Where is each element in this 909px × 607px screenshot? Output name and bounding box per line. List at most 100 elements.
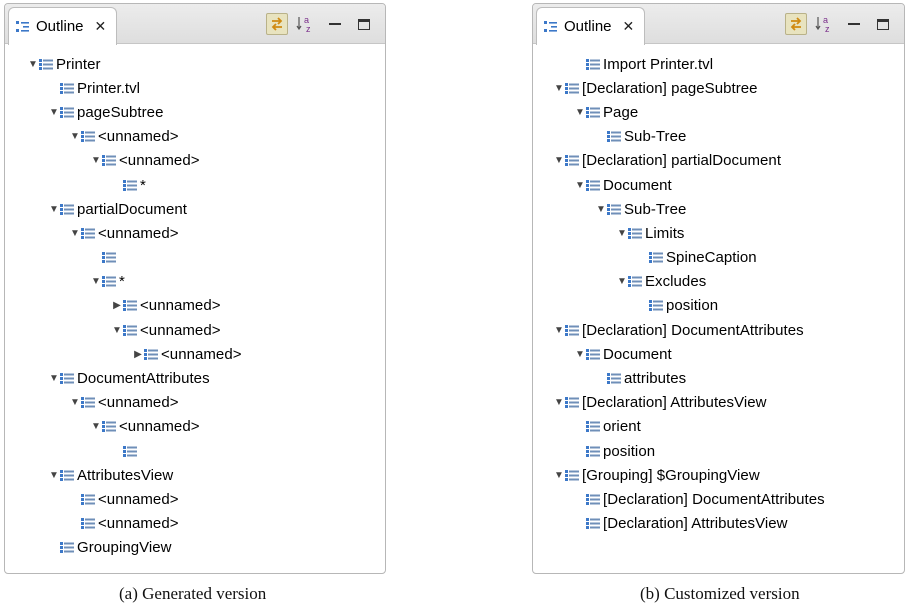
tree-node-icon	[60, 373, 74, 385]
outline-icon	[544, 20, 557, 32]
expanded-arrow-icon[interactable]: ▼	[553, 470, 565, 481]
expanded-arrow-icon[interactable]: ▼	[574, 349, 586, 360]
expanded-arrow-icon[interactable]: ▼	[69, 397, 81, 408]
expanded-arrow-icon[interactable]: ▼	[616, 228, 628, 239]
maximize-icon[interactable]	[872, 13, 894, 35]
outline-tab-title: Outline	[36, 18, 84, 35]
tree-node-icon	[81, 397, 95, 409]
tree-row[interactable]: ▼ <unnamed>	[5, 125, 385, 149]
tree-row[interactable]: ▼ Excludes	[533, 270, 904, 294]
expanded-arrow-icon[interactable]: ▼	[69, 131, 81, 142]
tree-node-icon	[81, 518, 95, 530]
tree-node-icon	[586, 348, 600, 360]
tree-row[interactable]: ▼ <unnamed>	[5, 415, 385, 439]
tree-node-icon	[649, 252, 663, 264]
tree-row[interactable]: <unnamed>	[5, 512, 385, 536]
tree-row[interactable]: ▼ Printer	[5, 52, 385, 76]
tree-row[interactable]: position	[533, 294, 904, 318]
tree-row[interactable]: ▼ [Declaration] AttributesView	[533, 391, 904, 415]
expanded-arrow-icon[interactable]: ▼	[616, 276, 628, 287]
expanded-arrow-icon[interactable]: ▼	[111, 325, 123, 336]
tree-row[interactable]: *	[5, 173, 385, 197]
tree-node-icon	[586, 493, 600, 505]
tree-row[interactable]: Sub-Tree	[533, 125, 904, 149]
tree-row[interactable]: ▼ <unnamed>	[5, 149, 385, 173]
link-with-editor-icon[interactable]	[785, 13, 807, 35]
tree-row[interactable]: GroupingView	[5, 536, 385, 560]
collapsed-arrow-icon[interactable]: ▶	[132, 349, 144, 360]
outline-tab-title: Outline	[564, 18, 612, 35]
tree-row[interactable]	[5, 246, 385, 270]
expanded-arrow-icon[interactable]: ▼	[553, 155, 565, 166]
tree-row[interactable]: ▼ [Declaration] DocumentAttributes	[533, 318, 904, 342]
tree-row[interactable]: ▼ [Declaration] partialDocument	[533, 149, 904, 173]
outline-tab[interactable]: Outline ✕	[8, 7, 118, 45]
tree-row[interactable]: ▶ <unnamed>	[5, 342, 385, 366]
tree-row[interactable]: SpineCaption	[533, 246, 904, 270]
tree-node-label: <unnamed>	[98, 394, 179, 412]
tree-row[interactable]: <unnamed>	[5, 487, 385, 511]
expanded-arrow-icon[interactable]: ▼	[48, 373, 60, 384]
tree-row[interactable]: position	[533, 439, 904, 463]
tree-node-icon	[60, 82, 74, 94]
tree-row[interactable]: ▼ [Declaration] pageSubtree	[533, 76, 904, 100]
tree-row[interactable]: [Declaration] DocumentAttributes	[533, 487, 904, 511]
tree-row[interactable]	[5, 439, 385, 463]
tree-node-label: orient	[603, 418, 641, 436]
tree-row[interactable]: ▼ <unnamed>	[5, 318, 385, 342]
collapsed-arrow-icon[interactable]: ▶	[111, 300, 123, 311]
tree-node-label: position	[666, 297, 719, 315]
expanded-arrow-icon[interactable]: ▼	[553, 83, 565, 94]
tree-node-label: <unnamed>	[119, 418, 200, 436]
expanded-arrow-icon[interactable]: ▼	[574, 107, 586, 118]
expanded-arrow-icon[interactable]: ▼	[595, 204, 607, 215]
tree-row[interactable]: ▼ Limits	[533, 221, 904, 245]
sort-alphabetically-icon[interactable]: a z	[295, 13, 317, 35]
expanded-arrow-icon[interactable]: ▼	[27, 59, 39, 70]
tree-row[interactable]: ▼ Sub-Tree	[533, 197, 904, 221]
expanded-arrow-icon[interactable]: ▼	[48, 204, 60, 215]
expanded-arrow-icon[interactable]: ▼	[69, 228, 81, 239]
tree-node-label: Printer.tvl	[77, 79, 141, 97]
expanded-arrow-icon[interactable]: ▼	[90, 276, 102, 287]
expanded-arrow-icon[interactable]: ▼	[90, 421, 102, 432]
tree-row[interactable]: ▼ <unnamed>	[5, 391, 385, 415]
tree-row[interactable]: [Declaration] AttributesView	[533, 512, 904, 536]
tree-row[interactable]: ▼ Document	[533, 173, 904, 197]
minimize-icon[interactable]	[843, 13, 865, 35]
expanded-arrow-icon[interactable]: ▼	[553, 397, 565, 408]
tree-node-icon	[60, 469, 74, 481]
svg-text:z: z	[306, 24, 311, 34]
tree-row[interactable]: Printer.tvl	[5, 76, 385, 100]
tree-row[interactable]: ▼ partialDocument	[5, 197, 385, 221]
tree-row[interactable]: ▼ *	[5, 270, 385, 294]
tree-node-icon	[60, 203, 74, 215]
minimize-icon[interactable]	[324, 13, 346, 35]
tree-node-label: GroupingView	[77, 539, 172, 557]
tree-row[interactable]: ▶ <unnamed>	[5, 294, 385, 318]
expanded-arrow-icon[interactable]: ▼	[553, 325, 565, 336]
expanded-arrow-icon[interactable]: ▼	[48, 470, 60, 481]
tree-node-icon	[102, 276, 116, 288]
tree-row[interactable]: ▼ DocumentAttributes	[5, 366, 385, 390]
link-with-editor-icon[interactable]	[266, 13, 288, 35]
tree-row[interactable]: Import Printer.tvl	[533, 52, 904, 76]
expanded-arrow-icon[interactable]: ▼	[574, 180, 586, 191]
tree-node-label: <unnamed>	[140, 297, 221, 315]
outline-tab[interactable]: Outline ✕	[536, 7, 646, 45]
sort-alphabetically-icon[interactable]: a z	[814, 13, 836, 35]
tree-row[interactable]: attributes	[533, 366, 904, 390]
close-icon[interactable]: ✕	[95, 18, 107, 35]
maximize-icon[interactable]	[353, 13, 375, 35]
close-icon[interactable]: ✕	[623, 18, 635, 35]
tree-row[interactable]: ▼ AttributesView	[5, 463, 385, 487]
tree-row[interactable]: ▼ Page	[533, 100, 904, 124]
tree-row[interactable]: ▼ [Grouping] $GroupingView	[533, 463, 904, 487]
tree-row[interactable]: orient	[533, 415, 904, 439]
expanded-arrow-icon[interactable]: ▼	[48, 107, 60, 118]
tree-node-label: <unnamed>	[161, 345, 242, 363]
tree-row[interactable]: ▼ <unnamed>	[5, 221, 385, 245]
expanded-arrow-icon[interactable]: ▼	[90, 155, 102, 166]
tree-row[interactable]: ▼ Document	[533, 342, 904, 366]
tree-row[interactable]: ▼ pageSubtree	[5, 100, 385, 124]
